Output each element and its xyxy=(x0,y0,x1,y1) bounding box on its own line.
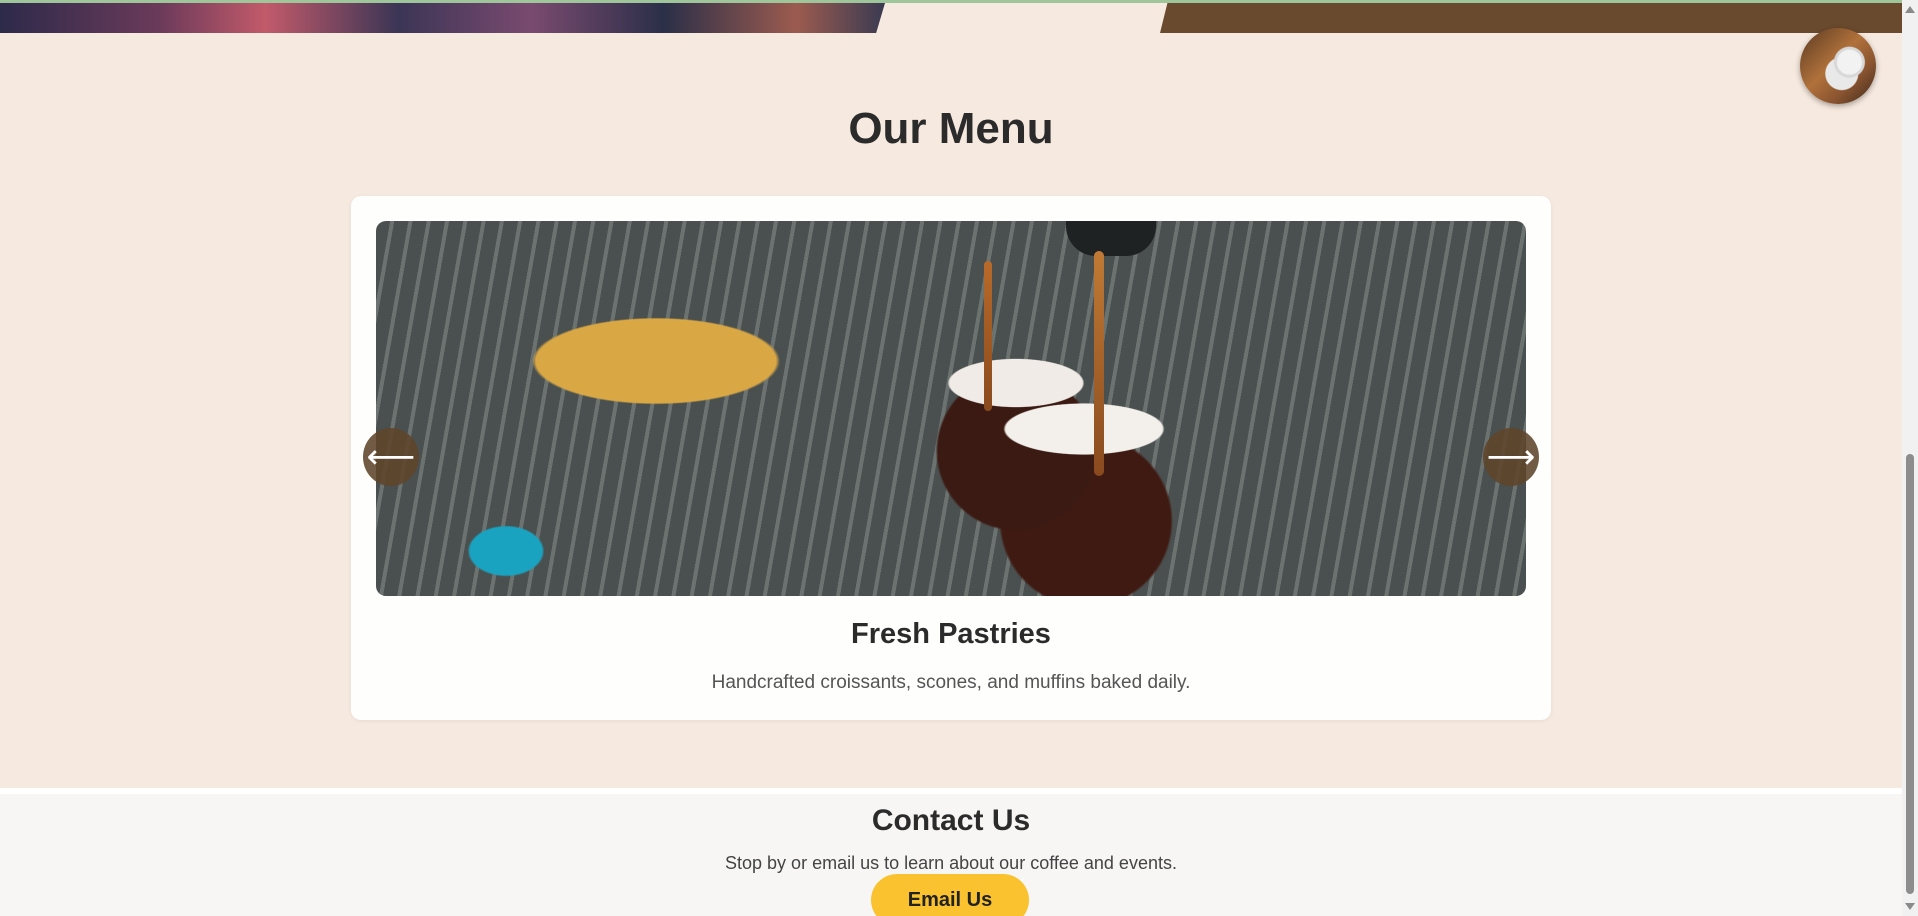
carousel-next-button[interactable]: ⟶ xyxy=(1483,428,1539,486)
top-accent-line xyxy=(0,0,1902,3)
city-banner-image xyxy=(0,3,885,33)
portafilter-shape xyxy=(1066,221,1156,256)
espresso-stream xyxy=(1094,251,1104,476)
email-us-button[interactable]: Email Us xyxy=(871,874,1029,916)
brown-banner-band xyxy=(1160,3,1902,33)
slide-description: Handcrafted croissants, scones, and muff… xyxy=(711,672,1191,693)
contact-section: Contact Us Stop by or email us to learn … xyxy=(0,788,1902,916)
arrow-left-icon: ⟵ xyxy=(366,438,416,476)
arrow-right-icon: ⟶ xyxy=(1486,438,1536,476)
contact-text: Stop by or email us to learn about our c… xyxy=(725,853,1177,873)
page-scrollbar[interactable] xyxy=(1902,0,1918,916)
espresso-stream xyxy=(984,261,992,411)
scroll-down-icon[interactable] xyxy=(1905,903,1915,910)
menu-section-title: Our Menu xyxy=(848,104,1054,153)
scrollbar-thumb[interactable] xyxy=(1906,454,1914,894)
menu-carousel-card: ⟵ ⟶ Fresh Pastries Handcrafted croissant… xyxy=(351,196,1551,720)
coffee-cup-avatar[interactable] xyxy=(1800,28,1876,104)
top-banner-strip xyxy=(0,0,1902,33)
slide-title: Fresh Pastries xyxy=(851,618,1051,650)
scroll-up-icon[interactable] xyxy=(1905,6,1915,13)
contact-title: Contact Us xyxy=(871,804,1031,837)
carousel-prev-button[interactable]: ⟵ xyxy=(363,428,419,486)
carousel-slide-image xyxy=(376,221,1526,596)
